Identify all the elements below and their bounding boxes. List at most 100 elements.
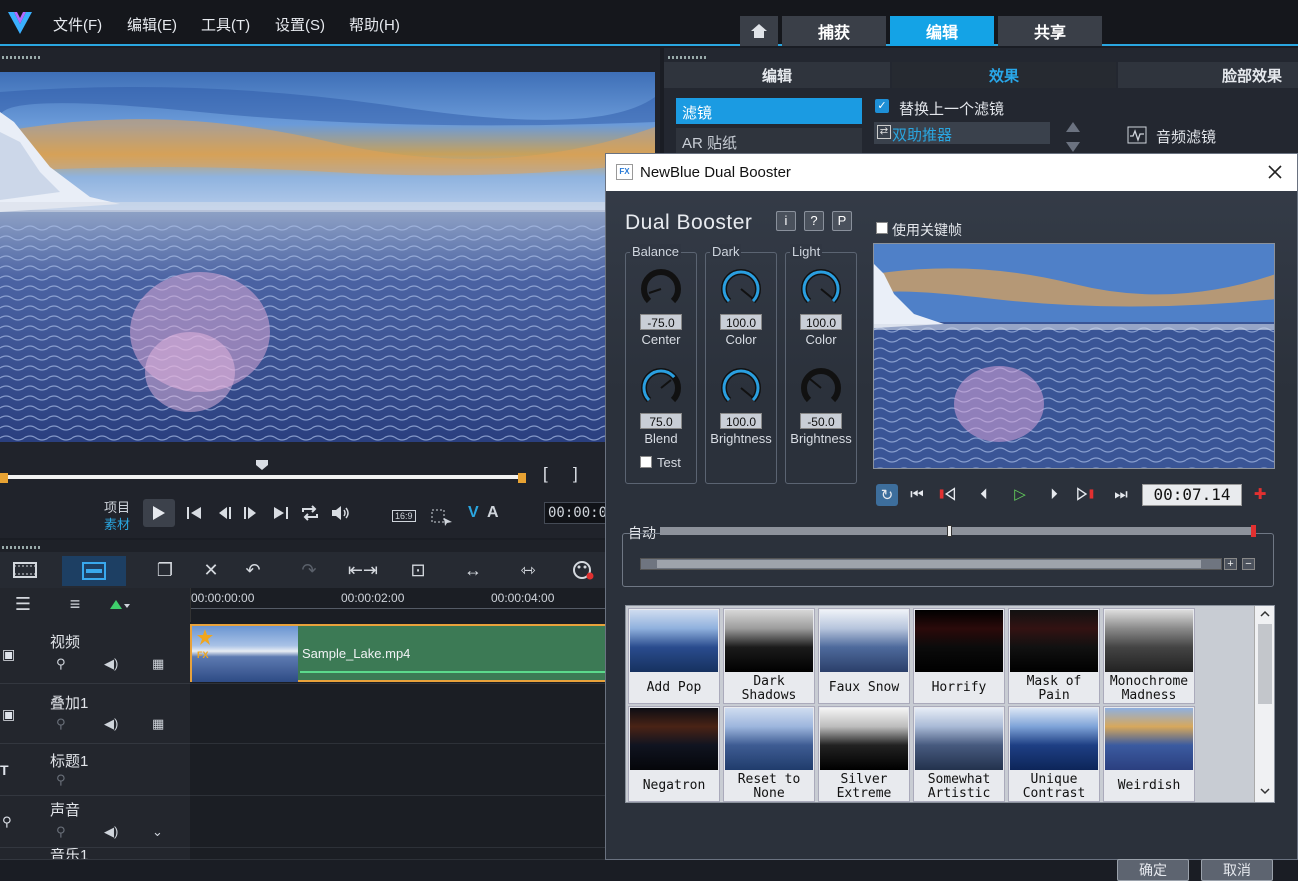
preset-tile[interactable]: Weirdish [1103, 706, 1195, 802]
center-value[interactable]: -75.0 [640, 314, 682, 330]
aspect-ratio-button[interactable]: 16:9 [392, 510, 416, 522]
dark-color-knob[interactable] [719, 267, 763, 311]
play-button[interactable] [143, 499, 175, 527]
test-checkbox[interactable] [640, 456, 652, 468]
next-frame-icon[interactable]: ⏵ [1044, 484, 1064, 504]
scroll-down-icon[interactable] [1260, 788, 1270, 795]
scrubber-handle[interactable] [255, 458, 269, 470]
insert-icon[interactable]: ⊡ [405, 558, 431, 582]
dark-color-value[interactable]: 100.0 [720, 314, 762, 330]
scroll-up-icon[interactable] [1260, 610, 1270, 617]
zoom-in-icon[interactable]: + [1224, 558, 1237, 570]
repeat-icon[interactable] [300, 504, 320, 522]
menu-edit[interactable]: 编辑(E) [127, 14, 177, 35]
track-header-overlay[interactable]: ▣ 叠加1 ⚲ ◀) ▦ [0, 684, 190, 744]
track-manager-icon[interactable]: ☰ [10, 592, 36, 616]
preview-video[interactable] [0, 72, 655, 442]
menu-settings[interactable]: 设置(S) [275, 14, 325, 35]
keyframe-checkbox[interactable] [876, 222, 888, 234]
filter-list-item[interactable]: ⇄ 双助推器 [874, 122, 1050, 144]
voice-lane[interactable] [190, 796, 606, 848]
next-keyframe-icon[interactable] [1076, 484, 1096, 504]
tab-share[interactable]: 共享 [998, 16, 1102, 46]
add-keyframe-icon[interactable]: ✚ [1250, 484, 1270, 504]
preset-tile[interactable]: Monochrome Madness [1103, 608, 1195, 704]
undo-icon[interactable]: ↶ [240, 558, 266, 582]
timeline-view-button[interactable] [62, 556, 126, 586]
resize-icon[interactable]: ⇿ [515, 558, 541, 582]
color-grading-icon[interactable] [570, 558, 596, 582]
close-icon[interactable] [1268, 165, 1282, 179]
timecode-display[interactable]: 00:00:07 [544, 502, 606, 524]
go-start-icon[interactable]: ⏮ [907, 484, 927, 504]
light-brightness-value[interactable]: -50.0 [800, 413, 842, 429]
panel-grip[interactable] [2, 546, 42, 549]
preset-tile[interactable]: Dark Shadows [723, 608, 815, 704]
menu-help[interactable]: 帮助(H) [349, 14, 400, 35]
video-clip[interactable]: FX Sample_Lake.mp4 [190, 624, 606, 682]
preset-tile[interactable]: Negatron [628, 706, 720, 802]
tab-edit-panel[interactable]: 编辑 [664, 62, 890, 88]
light-brightness-knob[interactable] [799, 366, 843, 410]
dialog-titlebar[interactable]: FX NewBlue Dual Booster [606, 154, 1297, 191]
video-toggle[interactable]: V [468, 504, 479, 522]
help-button[interactable]: ? [804, 211, 824, 231]
fit-timeline-icon[interactable]: ⇤⇥ [348, 558, 378, 582]
preset-tile[interactable]: Horrify [913, 608, 1005, 704]
redo-icon[interactable]: ↷ [296, 558, 322, 582]
tab-capture[interactable]: 捕获 [782, 16, 886, 46]
preset-tile[interactable]: Mask of Pain [1008, 608, 1100, 704]
music-lane[interactable] [190, 848, 606, 860]
track-header-title[interactable]: T 标题1 ⚲ [0, 744, 190, 796]
tab-edit[interactable]: 编辑 [890, 16, 994, 46]
prev-frame-icon[interactable]: ⏴ [974, 484, 994, 504]
keyframe-playhead[interactable] [947, 525, 952, 537]
next-frame-icon[interactable] [243, 506, 259, 520]
mute-icon[interactable]: ◀) [104, 824, 118, 840]
preset-button[interactable]: P [832, 211, 852, 231]
blend-value[interactable]: 75.0 [640, 413, 682, 429]
category-ar-stickers[interactable]: AR 贴纸 [676, 128, 862, 154]
scrollbar-thumb[interactable] [657, 560, 1201, 568]
keyframe-track[interactable] [660, 525, 1256, 537]
preview-scrubber[interactable] [0, 473, 526, 487]
zoom-out-icon[interactable]: − [1242, 558, 1255, 570]
tab-effects[interactable]: 效果 [892, 62, 1116, 88]
blend-knob[interactable] [639, 366, 683, 410]
go-end-icon[interactable] [273, 506, 289, 520]
go-start-icon[interactable] [186, 506, 202, 520]
expand-icon[interactable]: ⌄ [152, 824, 163, 840]
link-icon[interactable]: ⚲ [56, 716, 66, 732]
keyframe-end-marker[interactable] [1251, 525, 1256, 537]
light-color-knob[interactable] [799, 267, 843, 311]
scroll-down-icon[interactable] [1066, 142, 1080, 152]
overlay-lane[interactable] [190, 684, 606, 744]
track-header-video[interactable]: ▣ 视频 ⚲ ◀) ▦ [0, 622, 190, 684]
clip-mode-label[interactable]: 素材 [104, 514, 130, 533]
light-color-value[interactable]: 100.0 [800, 314, 842, 330]
scroll-up-icon[interactable] [1066, 122, 1080, 132]
panel-grip[interactable] [668, 56, 708, 59]
scrollbar-thumb[interactable] [1258, 624, 1272, 704]
preset-scrollbar[interactable] [1254, 606, 1274, 802]
keyframe-scrollbar[interactable] [640, 558, 1222, 570]
center-knob[interactable] [639, 267, 683, 311]
loop-icon[interactable]: ↻ [876, 484, 898, 506]
replace-filter-checkbox[interactable]: ✓ [875, 99, 889, 113]
audio-filter-label[interactable]: 音频滤镜 [1156, 126, 1216, 147]
preset-tile[interactable]: Unique Contrast [1008, 706, 1100, 802]
audio-toggle[interactable]: A [487, 504, 499, 522]
preset-tile[interactable]: Faux Snow [818, 608, 910, 704]
category-filters[interactable]: 滤镜 [676, 98, 862, 124]
go-end-icon[interactable]: ⏭ [1111, 484, 1131, 504]
title-lane[interactable] [190, 744, 606, 796]
video-lane[interactable]: FX Sample_Lake.mp4 [190, 622, 606, 684]
transparency-icon[interactable]: ▦ [152, 656, 164, 672]
add-marker-icon[interactable] [110, 600, 130, 610]
track-header-music[interactable]: 音乐1 [0, 848, 190, 860]
cancel-button[interactable]: 取消 [1201, 859, 1273, 881]
link-icon[interactable]: ⚲ [56, 656, 66, 672]
tab-home[interactable] [740, 16, 778, 46]
transparency-icon[interactable]: ▦ [152, 716, 164, 732]
menu-tools[interactable]: 工具(T) [201, 14, 250, 35]
